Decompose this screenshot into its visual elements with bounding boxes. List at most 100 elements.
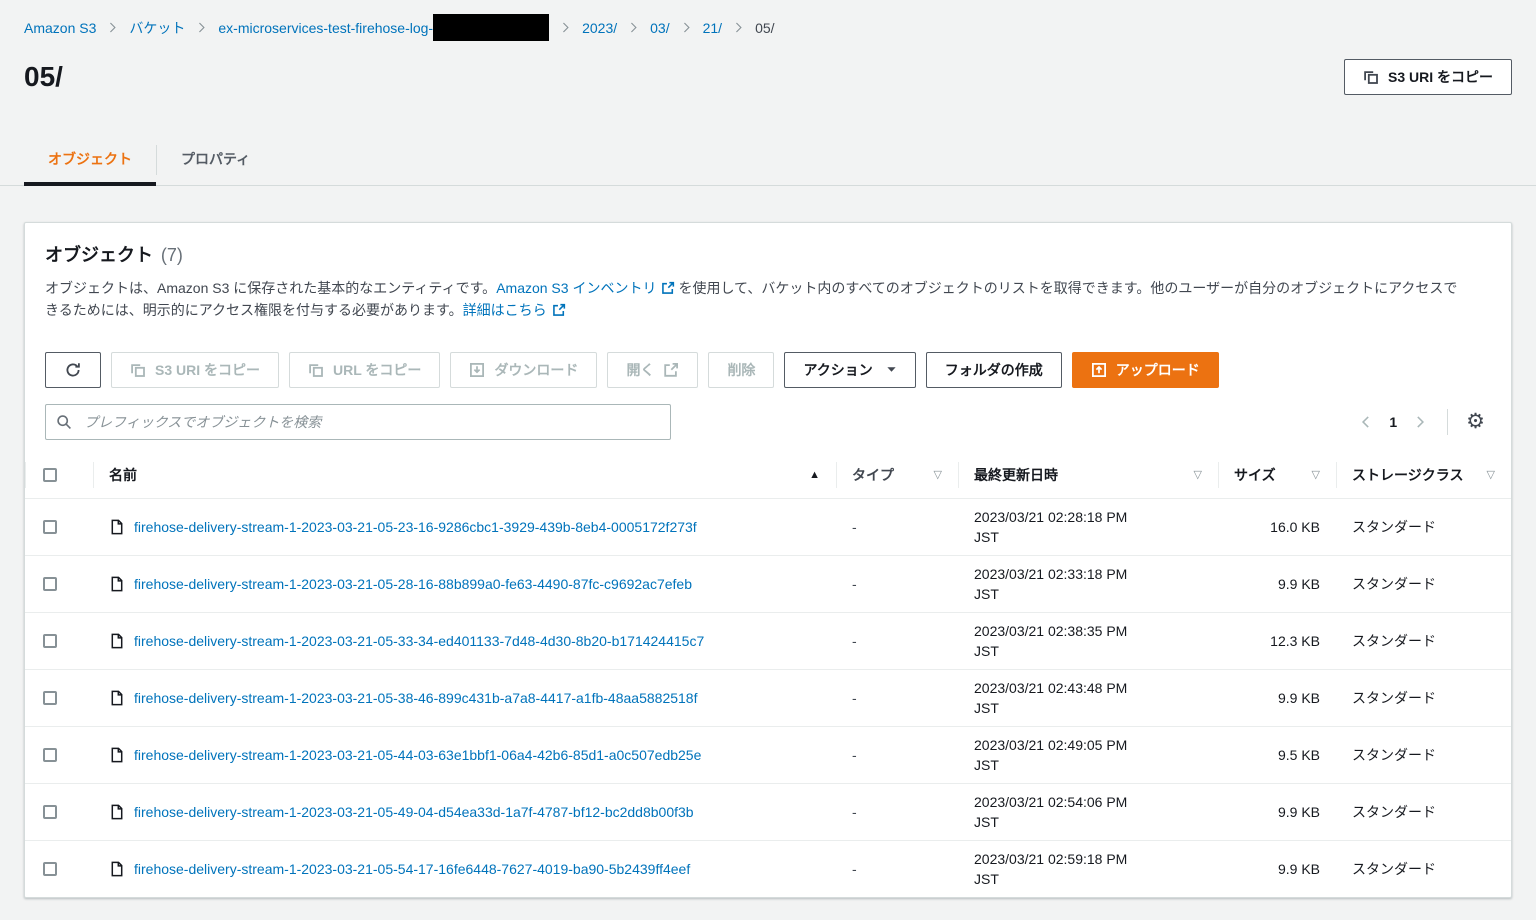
objects-panel-title: オブジェクト [45,245,153,265]
modified-timezone: JST [974,813,999,830]
tab-properties[interactable]: プロパティ [157,135,274,185]
select-all-cell [25,452,93,498]
object-type: - [852,518,857,535]
object-name-link[interactable]: firehose-delivery-stream-1-2023-03-21-05… [134,519,697,535]
breadcrumb-link[interactable]: Amazon S3 [24,20,96,36]
delete-button[interactable]: 削除 [708,351,775,388]
description-text: オブジェクトは、Amazon S3 に保存された基本的なエンティティです。 [45,280,497,296]
breadcrumb-link[interactable]: バケット [129,18,185,38]
breadcrumb-item: ex-microservices-test-firehose-log- [218,14,550,41]
description-link[interactable]: 詳細はこちら [463,302,547,318]
search-box [45,403,671,440]
upload-button-label: アップロード [1115,361,1200,378]
object-size: 16.0 KB [1270,518,1320,535]
refresh-icon [65,362,81,378]
object-storage-class: スタンダード [1352,860,1436,877]
breadcrumb-item: 03/ [650,20,669,36]
file-icon [109,576,125,592]
row-checkbox-cell [25,804,93,819]
row-checkbox[interactable] [43,519,57,534]
external-link-icon [661,281,675,295]
column-header-size[interactable]: サイズ ▽ [1218,452,1336,498]
column-label: サイズ [1234,466,1276,483]
object-name-cell: firehose-delivery-stream-1-2023-03-21-05… [93,737,836,773]
refresh-button[interactable] [45,351,101,388]
external-link-icon [552,303,566,317]
breadcrumb-item: 21/ [703,20,722,36]
object-table: 名前 ▲ タイプ ▽ 最終更新日時 ▽ サイズ ▽ ストレージクラス ▽ firehose-del… [25,452,1511,897]
redaction-box [433,14,550,41]
file-icon [109,861,125,877]
object-name-link[interactable]: firehose-delivery-stream-1-2023-03-21-05… [134,861,690,877]
open-button[interactable]: 開く [607,351,699,388]
select-all-checkbox[interactable] [43,467,57,482]
object-size: 9.9 KB [1277,689,1320,706]
upload-icon [1091,362,1107,378]
table-row: firehose-delivery-stream-1-2023-03-21-05… [25,554,1511,612]
breadcrumb-link[interactable]: 03/ [650,20,669,36]
modified-date: 2023/03/21 02:33:18 PM [974,565,1128,582]
object-name-link[interactable]: firehose-delivery-stream-1-2023-03-21-05… [134,576,692,592]
modified-date: 2023/03/21 02:43:48 PM [974,679,1128,696]
breadcrumb-chevron-icon [628,21,639,34]
search-icon [56,414,72,430]
object-last-modified: 2023/03/21 02:49:05 PM JST [958,727,1218,783]
sort-icon[interactable]: ▽ [1312,468,1320,481]
copy-url-button-label: URL をコピー [333,361,422,378]
object-type: - [852,632,857,649]
object-size: 9.9 KB [1277,803,1320,820]
object-name-link[interactable]: firehose-delivery-stream-1-2023-03-21-05… [134,747,701,763]
sort-icon[interactable]: ▽ [1487,468,1495,481]
object-size: 12.3 KB [1270,632,1320,649]
copy-s3-uri-button[interactable]: S3 URI をコピー [111,351,280,388]
create-folder-button-label: フォルダの作成 [944,361,1043,378]
breadcrumb: Amazon S3 バケット ex-microservices-test-fireh… [0,0,1536,41]
row-checkbox[interactable] [43,576,57,591]
sort-icon[interactable]: ▽ [934,468,942,481]
breadcrumb-link[interactable]: 21/ [703,20,722,36]
tab-objects[interactable]: オブジェクト [24,135,156,186]
file-icon [109,804,125,820]
description-link[interactable]: Amazon S3 インベントリ [496,280,656,296]
column-header-name[interactable]: 名前 ▲ [93,452,836,498]
create-folder-button[interactable]: フォルダの作成 [925,351,1062,388]
column-header-type[interactable]: タイプ ▽ [836,452,958,498]
previous-page-button[interactable] [1351,411,1381,433]
next-page-button[interactable] [1405,411,1435,433]
actions-button[interactable]: アクション [784,351,916,388]
object-name-link[interactable]: firehose-delivery-stream-1-2023-03-21-05… [134,690,697,706]
copy-s3-uri-header-button[interactable]: S3 URI をコピー [1343,59,1512,95]
row-checkbox[interactable] [43,861,57,876]
column-header-storage[interactable]: ストレージクラス ▽ [1336,452,1511,498]
row-checkbox-cell [25,576,93,591]
modified-date: 2023/03/21 02:28:18 PM [974,508,1128,525]
table-row: firehose-delivery-stream-1-2023-03-21-05… [25,782,1511,840]
copy-url-button[interactable]: URL をコピー [289,351,441,388]
object-name-link[interactable]: firehose-delivery-stream-1-2023-03-21-05… [134,633,704,649]
current-page-number: 1 [1389,413,1398,430]
object-storage-class: スタンダード [1352,803,1436,820]
object-last-modified: 2023/03/21 02:59:18 PM JST [958,841,1218,897]
row-checkbox[interactable] [43,690,57,705]
row-checkbox[interactable] [43,804,57,819]
sort-icon[interactable]: ▽ [1194,465,1202,485]
gear-icon[interactable]: ⚙ [1460,411,1491,432]
breadcrumb-link[interactable]: ex-microservices-test-firehose-log- [218,20,433,36]
object-last-modified: 2023/03/21 02:43:48 PM JST [958,670,1218,726]
object-name-link[interactable]: firehose-delivery-stream-1-2023-03-21-05… [134,804,694,820]
sort-ascending-icon[interactable]: ▲ [809,469,820,481]
row-checkbox[interactable] [43,633,57,648]
page-title: 05/ [24,61,63,92]
object-size: 9.5 KB [1277,746,1320,763]
search-input[interactable] [45,403,671,440]
object-storage-class: スタンダード [1352,746,1436,763]
download-button[interactable]: ダウンロード [450,351,598,388]
breadcrumb-link[interactable]: 2023/ [582,20,617,36]
object-last-modified: 2023/03/21 02:28:18 PM JST [958,499,1218,555]
column-header-modified[interactable]: 最終更新日時 ▽ [958,452,1218,498]
upload-button[interactable]: アップロード [1071,351,1219,388]
objects-description: オブジェクトは、Amazon S3 に保存された基本的なエンティティです。Ama… [45,277,1491,322]
table-row: firehose-delivery-stream-1-2023-03-21-05… [25,497,1511,555]
row-checkbox[interactable] [43,747,57,762]
breadcrumb-item: Amazon S3 [24,20,96,36]
